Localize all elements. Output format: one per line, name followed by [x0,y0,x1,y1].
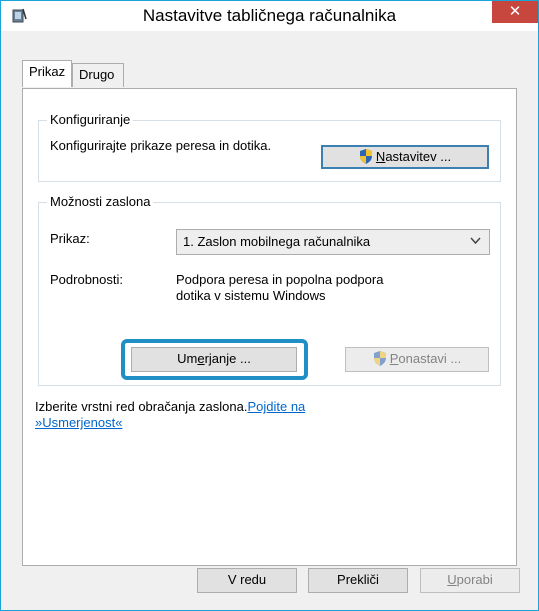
display-select-value: 1. Zaslon mobilnega računalnika [183,234,371,249]
apply-button[interactable]: Uporabi [420,568,520,593]
cancel-button[interactable]: Prekliči [308,568,408,593]
ok-button[interactable]: V redu [197,568,297,593]
orientation-link-line2: »Usmerjenost« [35,415,123,430]
tab-prikaz[interactable]: Prikaz [22,60,72,87]
title-bar[interactable]: Nastavitve tabličnega računalnika ✕ [1,1,538,31]
details-value: Podpora peresa in popolna podpora dotika… [176,272,383,304]
configure-group: Konfiguriranje Konfigurirajte prikaze pe… [38,112,501,182]
tablet-settings-window: Nastavitve tabličnega računalnika ✕ Prik… [0,0,539,611]
details-label: Podrobnosti: [50,272,123,287]
uac-shield-icon [359,149,372,164]
close-button[interactable]: ✕ [492,1,538,23]
details-value-line2: dotika v sistemu Windows [176,288,326,303]
display-options-title: Možnosti zaslona [47,194,154,209]
orientation-link-line1: Pojdite na [247,399,306,414]
orientation-text: Izberite vrstni red obračanja zaslona.Po… [35,399,395,431]
ok-label: V redu [227,572,267,587]
details-value-line1: Podpora peresa in popolna podpora [176,272,384,287]
configure-description: Konfigurirajte prikaze peresa in dotika. [50,138,272,153]
apply-label: porabi [456,572,493,587]
orientation-description: Izberite vrstni red obračanja zaslona. [35,399,248,414]
uac-shield-icon [373,351,386,366]
tab-prikaz-label: Prikaz [29,64,66,79]
display-options-group: Možnosti zaslona Prikaz: 1. Zaslon mobil… [38,194,501,386]
close-icon: ✕ [508,3,522,20]
window-title: Nastavitve tabličnega računalnika [142,6,397,25]
setup-label: astavitev ... [385,149,452,164]
cancel-label: Prekliči [337,572,379,587]
calibrate-highlight [121,339,308,380]
tab-drugo-label: Drugo [79,67,115,82]
setup-button[interactable]: Nastavitev ... [321,145,489,169]
tab-panel-prikaz: Konfiguriranje Konfigurirajte prikaze pe… [22,88,517,566]
apply-mnemonic: U [447,572,457,587]
chevron-down-icon [470,230,481,254]
display-select[interactable]: 1. Zaslon mobilnega računalnika [176,229,490,255]
tab-drugo[interactable]: Drugo [72,63,124,87]
display-label: Prikaz: [50,231,90,246]
reset-label: onastavi ... [398,351,462,366]
setup-mnemonic: N [375,149,386,164]
reset-button[interactable]: Ponastavi ... [345,347,489,372]
configure-group-title: Konfiguriranje [47,112,134,127]
